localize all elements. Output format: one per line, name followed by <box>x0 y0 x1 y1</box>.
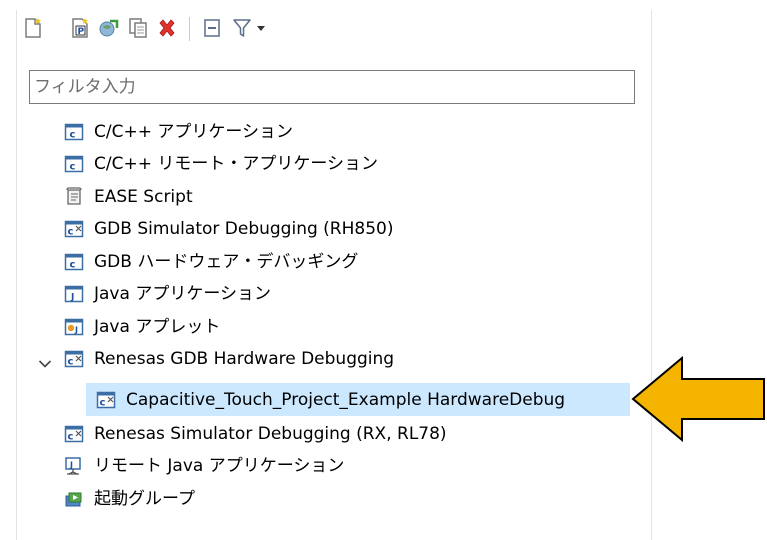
annotation-arrow-icon <box>631 355 765 443</box>
